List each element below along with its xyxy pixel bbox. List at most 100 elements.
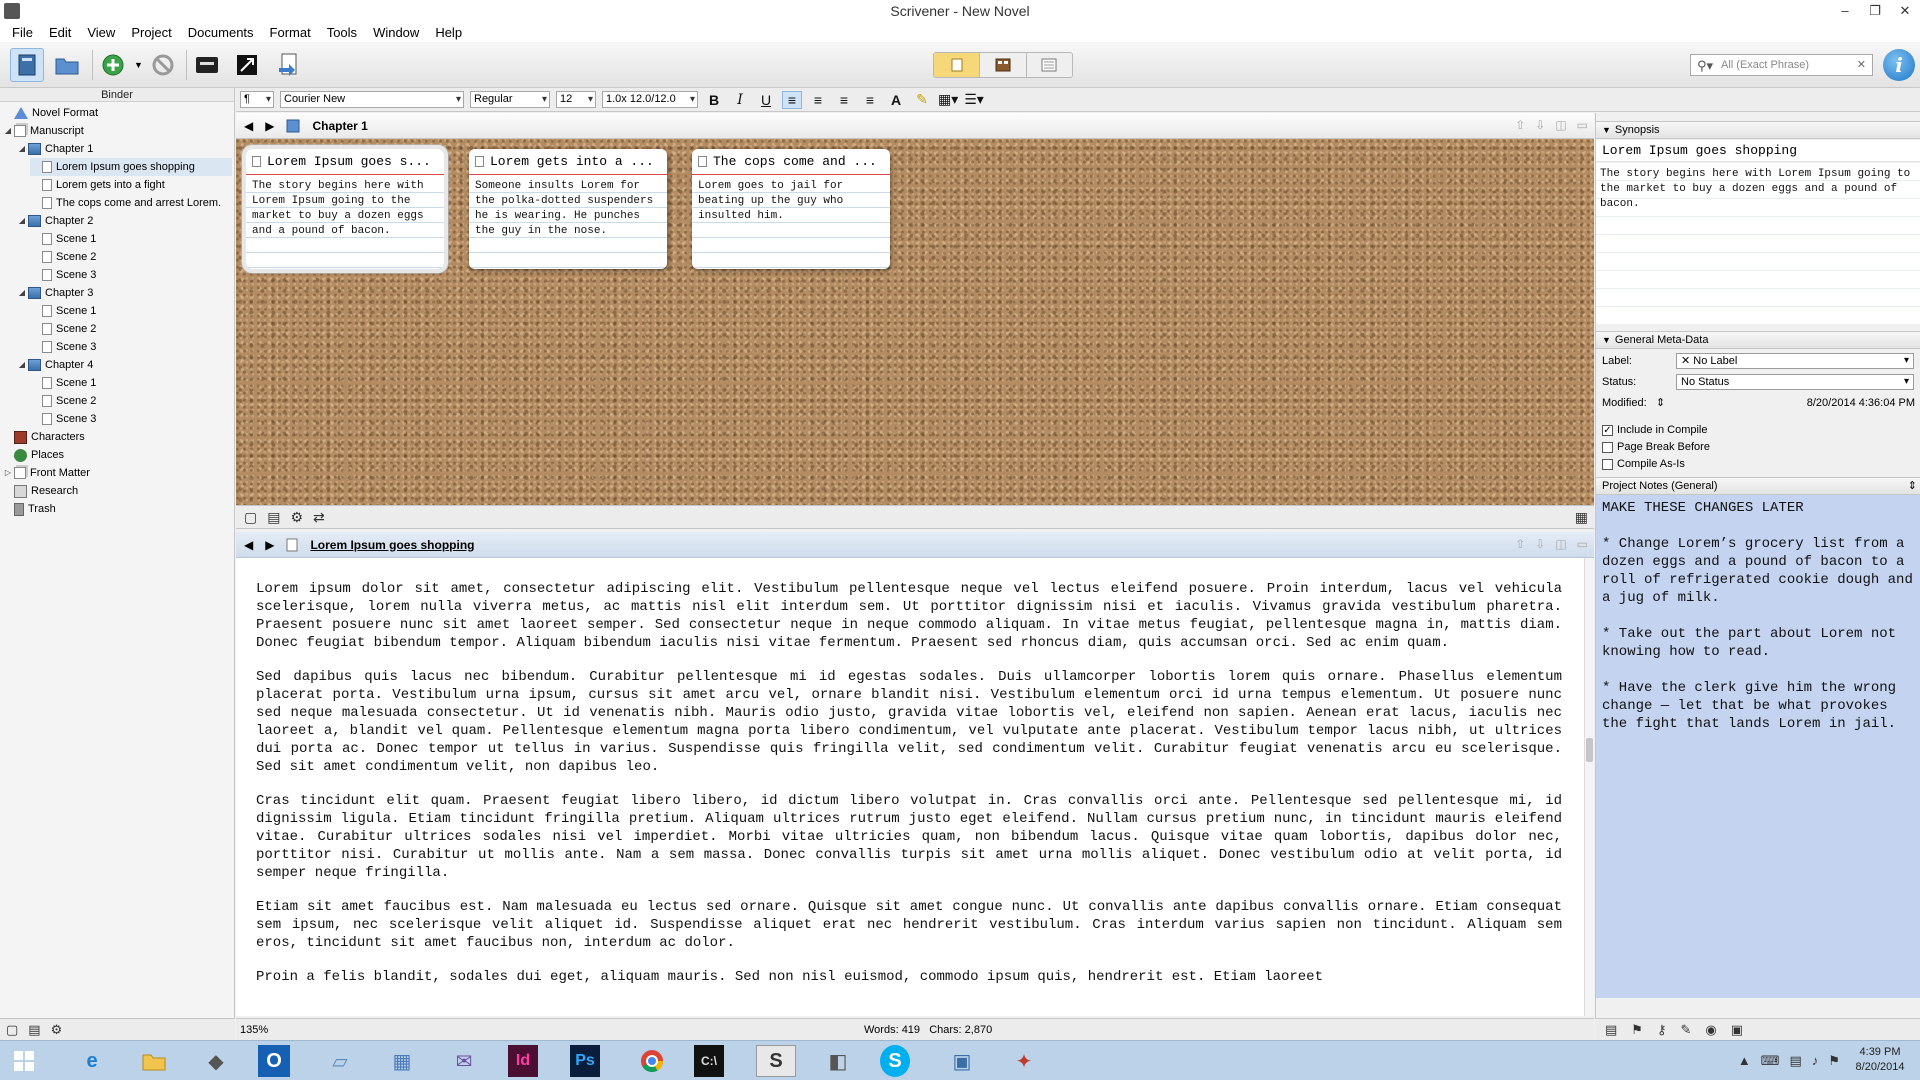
expand-triangle-icon[interactable]: ◢ [2, 122, 14, 140]
binder-item[interactable]: Scene 2 [30, 392, 232, 410]
checkbox-checked-icon[interactable]: ✓ [1602, 424, 1613, 436]
index-card[interactable]: Lorem gets into a ... Someone insults Lo… [469, 149, 667, 269]
down-arrow-icon[interactable]: ⇩ [1535, 118, 1545, 132]
gear-icon[interactable]: ⚙ [290, 509, 303, 526]
scrollbar-thumb[interactable] [1586, 738, 1593, 762]
internet-explorer-icon[interactable]: e [72, 1045, 112, 1077]
back-arrow-icon[interactable]: ◀ [244, 119, 253, 133]
text-editor[interactable]: Lorem ipsum dolor sit amet, consectetur … [236, 558, 1584, 1016]
corkboard[interactable]: Lorem Ipsum goes s... The story begins h… [236, 139, 1594, 505]
page-break-before-checkbox[interactable]: Page Break Before [1602, 439, 1920, 455]
binder-item[interactable]: Scene 1 [30, 374, 232, 392]
search-icon[interactable]: ⚲▾ [1697, 56, 1713, 76]
binder-item[interactable]: Scene 1 [30, 302, 232, 320]
bold-button[interactable]: B [704, 92, 724, 108]
calculator-icon[interactable]: ▦ [382, 1045, 422, 1077]
underline-button[interactable]: U [756, 92, 776, 108]
expand-triangle-icon[interactable]: ◢ [16, 212, 28, 230]
text-color-icon[interactable]: A [886, 92, 906, 108]
binder-item[interactable]: ▷ Front Matter [2, 464, 232, 482]
corkboard-view-button[interactable] [980, 53, 1027, 77]
label-select[interactable]: ✕ No Label [1676, 353, 1914, 369]
compose-mode-button[interactable] [190, 48, 224, 82]
expand-triangle-icon[interactable]: ◢ [16, 356, 28, 374]
split-icon[interactable]: ◫ [1555, 118, 1566, 132]
indesign-icon[interactable]: Id [508, 1045, 538, 1077]
modified-toggle-icon[interactable]: ⇕ [1656, 393, 1665, 413]
menu-window[interactable]: Window [365, 25, 427, 40]
minimize-button[interactable]: – [1830, 0, 1860, 22]
down-arrow-icon[interactable]: ⇩ [1535, 537, 1545, 551]
synopsis-header[interactable]: ▼ Synopsis [1596, 121, 1920, 139]
font-size-select[interactable]: 12 [556, 91, 596, 108]
notes-selector-icon[interactable]: ⇕ [1908, 478, 1917, 495]
outliner-view-button[interactable] [1026, 53, 1072, 77]
clear-search-icon[interactable]: ✕ [1857, 55, 1866, 75]
collapse-triangle-icon[interactable]: ▼ [1602, 125, 1611, 135]
app-icon[interactable]: ◆ [196, 1045, 236, 1077]
binder-item[interactable]: ◢ Chapter 2 [16, 212, 232, 230]
font-family-select[interactable]: Courier New [280, 91, 464, 108]
binder-item[interactable]: Novel Format [2, 104, 232, 122]
references-icon[interactable]: ⚑ [1631, 1022, 1643, 1038]
restore-button[interactable]: ❐ [1860, 0, 1890, 22]
app-icon[interactable]: ✦ [1004, 1045, 1044, 1077]
binder-item[interactable]: ◢ Chapter 4 [16, 356, 232, 374]
synopsis-text-field[interactable]: The story begins here with Lorem Ipsum g… [1596, 163, 1920, 324]
menu-project[interactable]: Project [123, 25, 179, 40]
checkbox-icon[interactable] [1602, 458, 1613, 470]
editor-scrollbar[interactable] [1584, 558, 1594, 1016]
app-icon[interactable]: ▣ [942, 1045, 982, 1077]
close-split-icon[interactable]: ▭ [1577, 118, 1588, 132]
file-explorer-icon[interactable] [134, 1045, 174, 1077]
binder-item[interactable]: Scene 3 [30, 338, 232, 356]
gear-icon[interactable]: ⚙ [51, 1022, 63, 1038]
binder-item[interactable]: Scene 2 [30, 320, 232, 338]
show-hidden-icons-icon[interactable]: ▲ [1738, 1053, 1751, 1069]
up-arrow-icon[interactable]: ⇧ [1515, 537, 1525, 551]
binder-toggle-button[interactable] [10, 48, 44, 82]
binder-item[interactable]: ◢ Manuscript [2, 122, 232, 140]
line-spacing-select[interactable]: 1.0x 12.0/12.0 [602, 91, 698, 108]
scrivener-taskbar-icon[interactable]: S [756, 1045, 796, 1077]
add-folder-icon[interactable]: ▤ [28, 1022, 40, 1038]
synopsis-title-field[interactable]: Lorem Ipsum goes shopping [1596, 140, 1920, 162]
binder-item[interactable]: Research [2, 482, 232, 500]
app-icon[interactable]: ◧ [818, 1045, 858, 1077]
index-card[interactable]: The cops come and ... Lorem goes to jail… [692, 149, 890, 269]
include-in-compile-checkbox[interactable]: ✓ Include in Compile [1602, 422, 1920, 438]
binder-item[interactable]: ◢ Chapter 1 [16, 140, 232, 158]
forward-arrow-icon[interactable]: ▶ [265, 538, 274, 552]
app-icon[interactable]: ▱ [320, 1045, 360, 1077]
align-justify-button[interactable]: ≡ [834, 92, 854, 108]
close-button[interactable]: ✕ [1890, 0, 1920, 22]
onenote-icon[interactable]: ✉ [444, 1045, 484, 1077]
lock-icon[interactable]: ▣ [1731, 1022, 1743, 1038]
compile-as-is-checkbox[interactable]: Compile As-Is [1602, 456, 1920, 472]
zoom-level[interactable]: 135% [240, 1019, 268, 1041]
close-split-icon[interactable]: ▭ [1577, 537, 1588, 551]
align-right-button[interactable]: ≡ [860, 92, 880, 108]
binder-item[interactable]: Scene 3 [30, 410, 232, 428]
quick-reference-button[interactable] [230, 48, 264, 82]
scrivener-app-icon[interactable] [4, 3, 20, 19]
menu-documents[interactable]: Documents [180, 25, 262, 40]
arrange-icon[interactable]: ⇄ [313, 509, 325, 526]
binder-item[interactable]: Scene 3 [30, 266, 232, 284]
checkbox-icon[interactable] [1602, 441, 1613, 453]
comments-icon[interactable]: ✎ [1680, 1022, 1691, 1038]
system-clock[interactable]: 4:39 PM 8/20/2014 [1850, 1045, 1910, 1075]
binder-item[interactable]: Lorem Ipsum goes shopping [30, 158, 232, 176]
binder-item[interactable]: Characters [2, 428, 232, 446]
collections-button[interactable] [50, 48, 84, 82]
italic-button[interactable]: I [730, 92, 750, 108]
network-icon[interactable]: ▤ [1790, 1053, 1802, 1069]
binder-item[interactable]: Trash [2, 500, 232, 518]
meta-data-header[interactable]: ▼ General Meta-Data [1596, 331, 1920, 349]
move-to-trash-button[interactable] [146, 48, 180, 82]
menu-format[interactable]: Format [262, 25, 319, 40]
expand-triangle-icon[interactable]: ◢ [16, 284, 28, 302]
outlook-icon[interactable]: O [258, 1045, 290, 1077]
chrome-icon[interactable] [632, 1045, 672, 1077]
add-document-button[interactable] [96, 48, 130, 82]
